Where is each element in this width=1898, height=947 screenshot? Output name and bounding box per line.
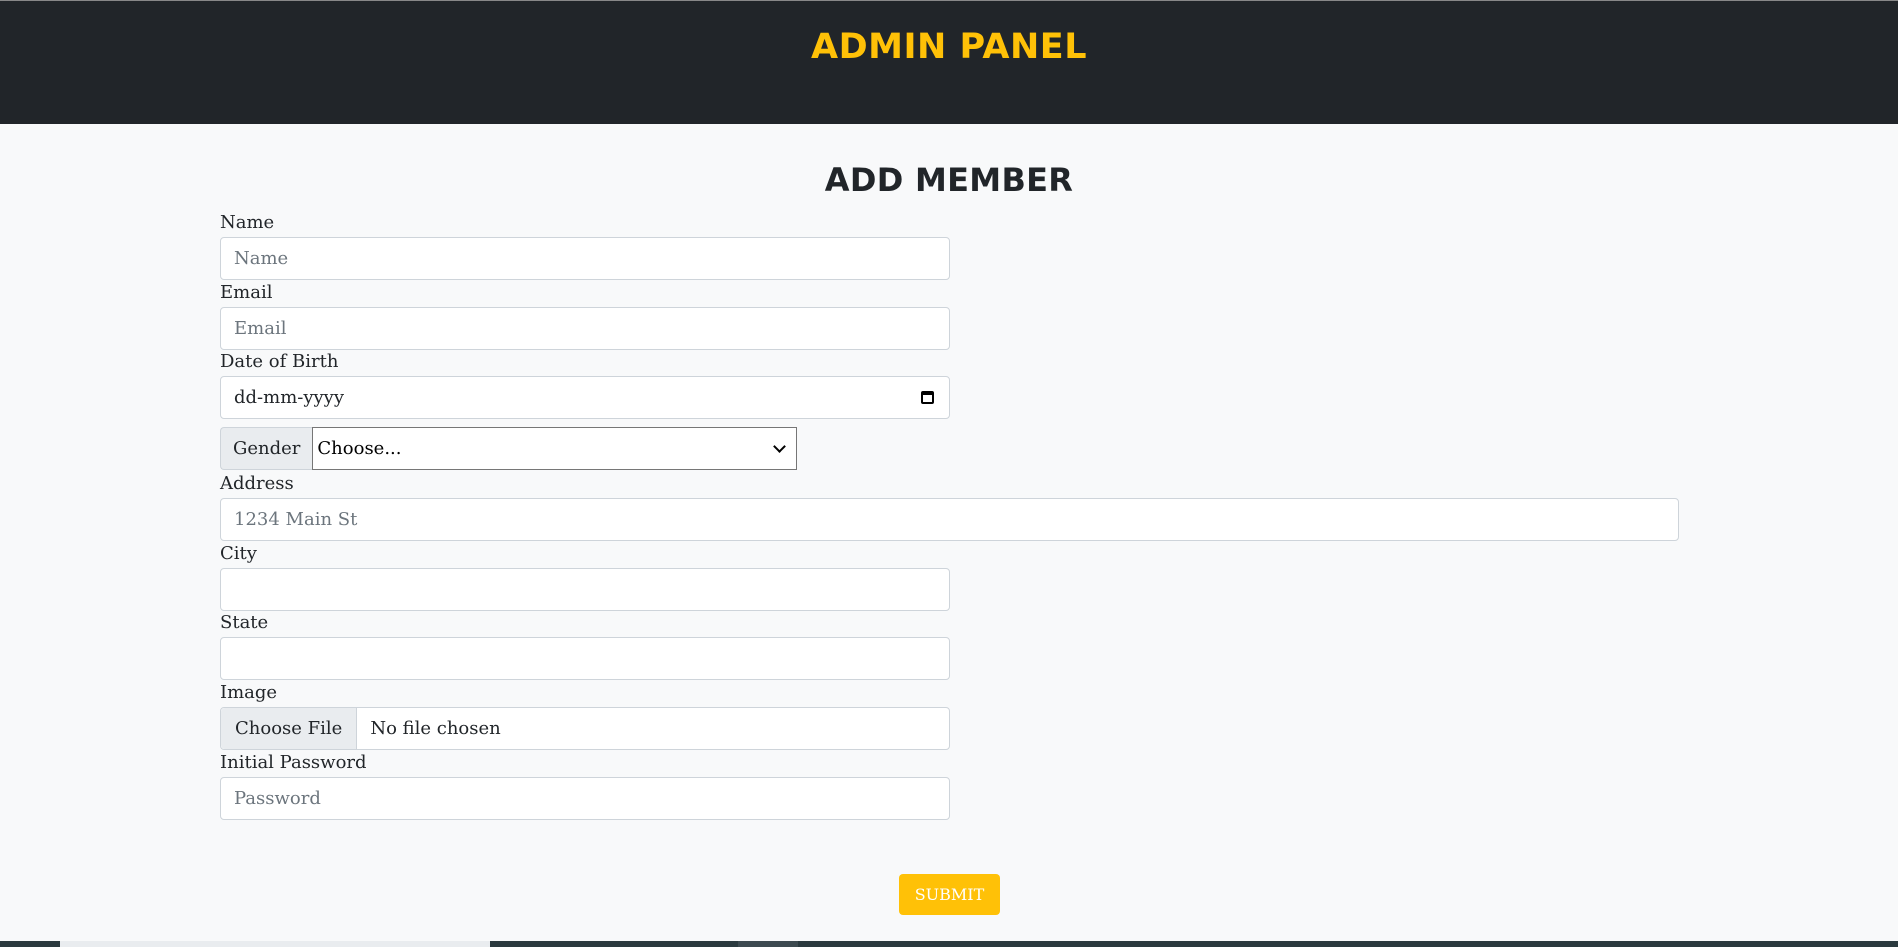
address-label: Address [220,473,294,494]
state-input[interactable] [220,637,950,680]
dob-input[interactable]: dd-mm-yyyy [220,376,950,419]
dob-label: Date of Birth [220,351,339,372]
chevron-down-icon [773,440,787,453]
gender-label: Gender [220,427,313,470]
calendar-icon[interactable] [921,391,934,404]
page-title: ADD MEMBER [824,161,1074,199]
gender-selected-value: Choose... [317,438,402,459]
city-input[interactable] [220,568,950,611]
address-input[interactable]: 1234 Main St [220,498,1679,541]
file-status: No file chosen [370,718,501,739]
name-input[interactable]: Name [220,237,950,280]
image-label: Image [220,682,278,703]
bottom-scrollbar[interactable] [0,941,1898,947]
brand-title: ADMIN PANEL [811,27,1087,67]
name-placeholder: Name [234,248,289,269]
city-label: City [220,543,257,564]
email-label: Email [220,282,273,303]
address-placeholder: 1234 Main St [234,509,358,530]
password-input[interactable]: Password [220,777,950,820]
submit-button[interactable]: SUBMIT [899,874,1000,915]
gender-group: Gender Choose... [220,427,798,470]
state-label: State [220,612,269,633]
image-file-input[interactable]: Choose File No file chosen [220,707,950,750]
scrollbar-thumb[interactable] [60,941,490,947]
email-placeholder: Email [234,318,287,339]
email-input[interactable]: Email [220,307,950,350]
dob-value: dd-mm-yyyy [234,387,345,408]
gender-select[interactable]: Choose... [312,427,798,470]
name-label: Name [220,212,275,233]
top-navbar: ADMIN PANEL [0,0,1898,124]
scrollbar-segment [738,941,798,947]
password-label: Initial Password [220,752,367,773]
choose-file-button[interactable]: Choose File [221,708,358,749]
password-placeholder: Password [234,788,321,809]
